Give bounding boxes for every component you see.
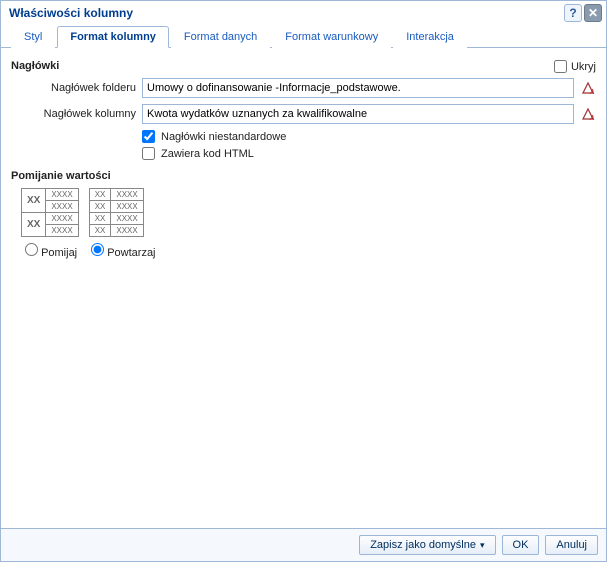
footer: Zapisz jako domyślne ▾ OK Anuluj xyxy=(1,528,606,561)
suppress-repeat-radio[interactable] xyxy=(91,243,104,256)
html-checkbox[interactable] xyxy=(142,147,155,160)
folder-header-label: Nagłówek folderu xyxy=(11,82,136,94)
format-folder-header-icon[interactable]: A xyxy=(580,80,596,96)
suppress-radio-row: Pomijaj Powtarzaj xyxy=(25,243,596,259)
column-header-row: Nagłówek kolumny A xyxy=(11,104,596,124)
tab-styl[interactable]: Styl xyxy=(11,26,55,48)
hide-checkbox[interactable] xyxy=(554,60,567,73)
suppress-section-title: Pomijanie wartości xyxy=(11,170,596,182)
suppress-skip-radio[interactable] xyxy=(25,243,38,256)
chevron-down-icon: ▾ xyxy=(480,540,485,551)
html-row: Zawiera kod HTML xyxy=(142,147,596,160)
hide-checkbox-group: Ukryj xyxy=(554,60,596,73)
content-area: Ukryj Nagłówki Nagłówek folderu A Nagłów… xyxy=(1,48,606,528)
suppress-section: Pomijanie wartości XXXXXX XXXX XXXXXX XX… xyxy=(11,170,596,259)
hide-label[interactable]: Ukryj xyxy=(571,61,596,73)
save-as-default-label: Zapisz jako domyślne xyxy=(370,539,476,551)
svg-text:A: A xyxy=(589,88,595,95)
tabbar: Styl Format kolumny Format danych Format… xyxy=(1,25,606,48)
folder-header-input[interactable] xyxy=(142,78,574,98)
html-label[interactable]: Zawiera kod HTML xyxy=(161,148,254,160)
help-icon[interactable]: ? xyxy=(564,4,582,22)
tab-format-kolumny[interactable]: Format kolumny xyxy=(57,26,169,48)
ok-button[interactable]: OK xyxy=(502,535,540,555)
close-icon[interactable]: ✕ xyxy=(584,4,602,22)
tab-format-danych[interactable]: Format danych xyxy=(171,26,270,48)
save-as-default-button[interactable]: Zapisz jako domyślne ▾ xyxy=(359,535,495,555)
cancel-button[interactable]: Anuluj xyxy=(545,535,598,555)
titlebar-icons: ? ✕ xyxy=(564,4,602,22)
custom-headers-row: Nagłówki niestandardowe xyxy=(142,130,596,143)
tab-format-warunkowy[interactable]: Format warunkowy xyxy=(272,26,391,48)
custom-headers-label[interactable]: Nagłówki niestandardowe xyxy=(161,131,286,143)
suppress-skip-label[interactable]: Pomijaj xyxy=(41,247,77,259)
suppress-grid-merged: XXXXXX XXXX XXXXXX XXXX xyxy=(21,188,79,237)
dialog-title: Właściwości kolumny xyxy=(9,6,133,20)
format-column-header-icon[interactable]: A xyxy=(580,106,596,122)
tab-interakcja[interactable]: Interakcja xyxy=(393,26,467,48)
column-header-label: Nagłówek kolumny xyxy=(11,108,136,120)
headers-section-title: Nagłówki xyxy=(11,60,596,72)
suppress-grid-repeated: XXXXXX XXXXXX XXXXXX XXXXXX xyxy=(89,188,144,237)
folder-header-row: Nagłówek folderu A xyxy=(11,78,596,98)
suppress-illustrations: XXXXXX XXXX XXXXXX XXXX XXXXXX XXXXXX XX… xyxy=(21,188,596,237)
svg-text:A: A xyxy=(589,114,595,121)
custom-headers-checkbox[interactable] xyxy=(142,130,155,143)
titlebar: Właściwości kolumny ? ✕ xyxy=(1,1,606,25)
column-header-input[interactable] xyxy=(142,104,574,124)
column-properties-dialog: Właściwości kolumny ? ✕ Styl Format kolu… xyxy=(0,0,607,562)
suppress-repeat-label[interactable]: Powtarzaj xyxy=(107,247,155,259)
